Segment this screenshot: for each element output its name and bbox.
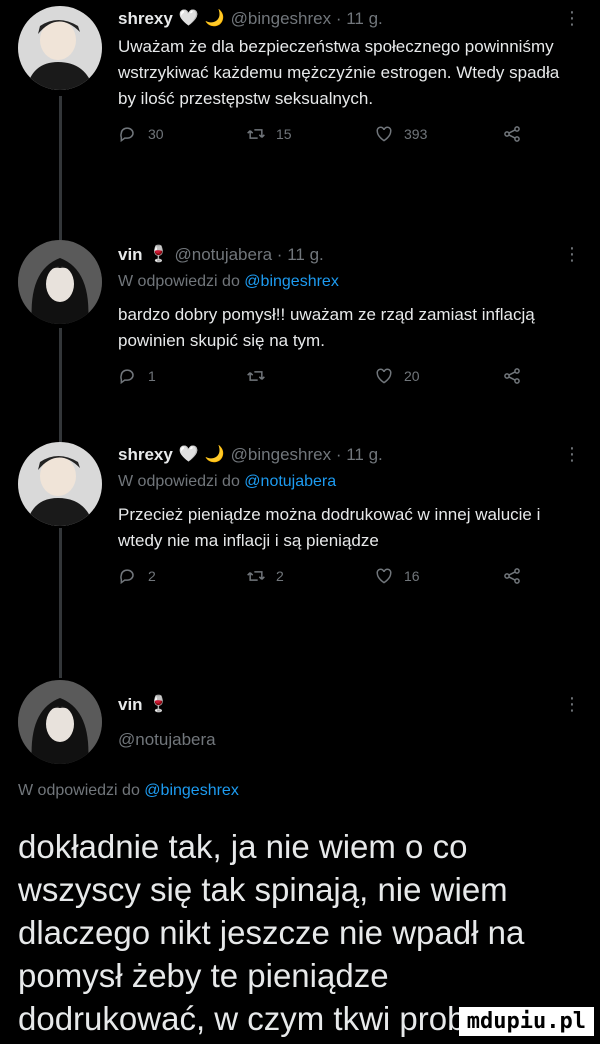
heart-icon: 🤍: [178, 10, 199, 27]
retweet-count: 2: [276, 568, 284, 584]
like-count: 16: [404, 568, 420, 584]
like-button[interactable]: 393: [374, 124, 502, 144]
retweet-button[interactable]: 2: [246, 566, 374, 586]
more-options-icon[interactable]: ⋮: [563, 244, 581, 265]
wine-glass-icon: 🍷: [148, 246, 169, 263]
reply-prefix: W odpowiedzi do: [18, 782, 140, 799]
reply-handle-link[interactable]: @bingeshrex: [144, 782, 239, 799]
like-count: 20: [404, 368, 420, 384]
tweet-text: Uważam że dla bezpieczeństwa społecznego…: [118, 37, 560, 108]
like-count: 393: [404, 126, 428, 142]
tweet-actions: 30 15 393: [118, 124, 580, 144]
tweet-actions: 2 2 16: [118, 566, 580, 586]
retweet-icon: [247, 371, 265, 381]
reply-context: W odpowiedzi do @bingeshrex: [118, 270, 580, 294]
moon-icon: 🌙: [204, 446, 225, 463]
share-button[interactable]: [502, 366, 542, 386]
avatar-image: [18, 680, 102, 764]
author-handle-time[interactable]: @bingeshrex · 11 g.: [231, 444, 383, 466]
like-icon: [376, 568, 392, 584]
reply-context: W odpowiedzi do @notujabera: [118, 470, 580, 494]
tweet-text: Przecież pieniądze można dodrukować w in…: [118, 505, 541, 550]
more-options-icon[interactable]: ⋮: [563, 8, 581, 29]
tweet-text: bardzo dobry pomysł!! uważam ze rząd zam…: [118, 305, 535, 350]
reply-count: 1: [148, 368, 156, 384]
reply-icon: [120, 369, 134, 385]
reply-icon: [120, 127, 134, 143]
author-name[interactable]: vin: [118, 244, 143, 266]
avatar[interactable]: [18, 680, 102, 764]
avatar[interactable]: [18, 6, 102, 90]
author-name[interactable]: vin: [118, 694, 143, 716]
thread-line: [59, 528, 62, 678]
more-options-icon[interactable]: ⋮: [563, 444, 581, 465]
avatar-image: [18, 6, 102, 90]
avatar-image: [18, 240, 102, 324]
avatar[interactable]: [18, 442, 102, 526]
author-handle-time[interactable]: @bingeshrex · 11 g.: [231, 8, 383, 30]
reply-count: 30: [148, 126, 164, 142]
reply-count: 2: [148, 568, 156, 584]
watermark: mdupiu.pl: [458, 1007, 594, 1036]
reply-button[interactable]: 1: [118, 366, 246, 386]
like-button[interactable]: 20: [374, 366, 502, 386]
reply-handle-link[interactable]: @notujabera: [244, 473, 336, 490]
share-icon: [504, 126, 520, 142]
share-button[interactable]: [502, 124, 542, 144]
share-button[interactable]: [502, 566, 542, 586]
reply-handle-link[interactable]: @bingeshrex: [244, 273, 339, 290]
like-icon: [376, 126, 392, 142]
like-icon: [376, 368, 392, 384]
retweet-icon: [247, 129, 265, 139]
reply-icon: [120, 569, 134, 585]
wine-glass-icon: 🍷: [148, 696, 169, 713]
reply-prefix: W odpowiedzi do: [118, 273, 240, 290]
thread-line: [59, 328, 62, 444]
retweet-count: 15: [276, 126, 292, 142]
author-handle[interactable]: @notujabera: [118, 730, 580, 750]
retweet-icon: [247, 571, 265, 581]
reply-context: W odpowiedzi do @bingeshrex: [18, 782, 239, 800]
tweet-actions: 1 20: [118, 366, 580, 386]
author-name[interactable]: shrexy: [118, 444, 173, 466]
share-icon: [504, 368, 520, 384]
author-handle-time[interactable]: @notujabera · 11 g.: [174, 244, 323, 266]
thread-line: [59, 96, 62, 244]
moon-icon: 🌙: [204, 10, 225, 27]
retweet-button[interactable]: [246, 366, 374, 386]
avatar-image: [18, 442, 102, 526]
share-icon: [504, 568, 520, 584]
like-button[interactable]: 16: [374, 566, 502, 586]
more-options-icon[interactable]: ⋮: [563, 694, 581, 715]
author-name[interactable]: shrexy: [118, 8, 173, 30]
heart-icon: 🤍: [178, 446, 199, 463]
avatar[interactable]: [18, 240, 102, 324]
retweet-button[interactable]: 15: [246, 124, 374, 144]
reply-button[interactable]: 30: [118, 124, 246, 144]
reply-prefix: W odpowiedzi do: [118, 473, 240, 490]
reply-button[interactable]: 2: [118, 566, 246, 586]
